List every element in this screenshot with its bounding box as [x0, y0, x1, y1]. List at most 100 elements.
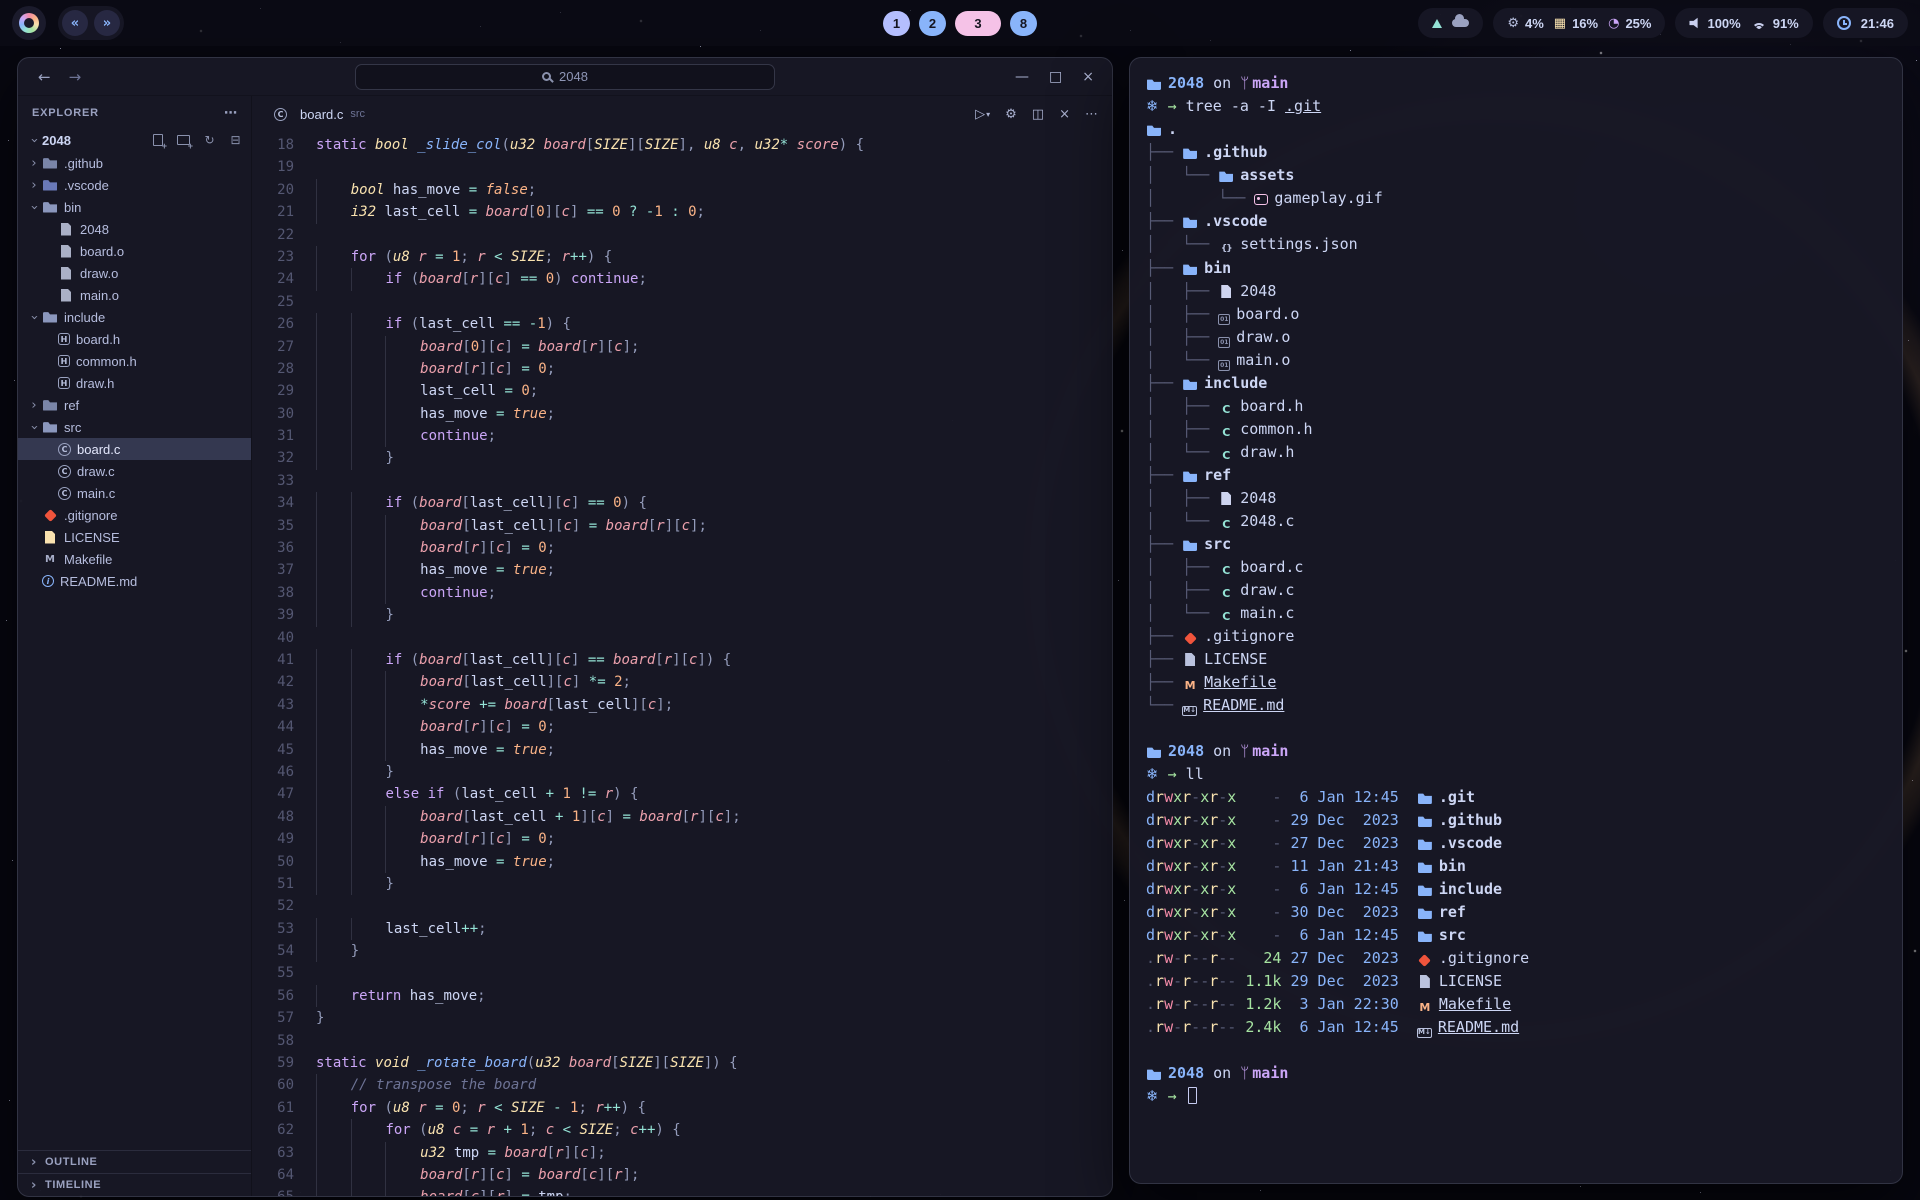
- ls-entry-name[interactable]: README.md: [1438, 1018, 1519, 1036]
- explorer-item-src[interactable]: ›src: [18, 416, 251, 438]
- code-line-58[interactable]: 58: [252, 1030, 1112, 1052]
- code-line-23[interactable]: 23 for (u8 r = 1; r < SIZE; r++) {: [252, 246, 1112, 268]
- ls-entry-name[interactable]: Makefile: [1439, 995, 1511, 1013]
- code-line-39[interactable]: 39 }: [252, 604, 1112, 626]
- chevron-right-icon[interactable]: ›: [26, 398, 42, 413]
- maximize-button[interactable]: □: [1049, 69, 1062, 85]
- explorer-item-.vscode[interactable]: ›.vscode: [18, 174, 251, 196]
- explorer-item-common.h[interactable]: ›Hcommon.h: [18, 350, 251, 372]
- workspace-3[interactable]: 3: [955, 11, 1001, 36]
- weather-widget[interactable]: [1418, 8, 1483, 38]
- explorer-root-folder[interactable]: › 2048 ↻ ⊟: [18, 128, 251, 152]
- explorer-item-ref[interactable]: ›ref: [18, 394, 251, 416]
- code-line-26[interactable]: 26 if (last_cell == -1) {: [252, 313, 1112, 335]
- explorer-item-2048[interactable]: ›2048: [18, 218, 251, 240]
- audio-network-widget[interactable]: 100% 91%: [1675, 8, 1812, 38]
- code-line-49[interactable]: 49 board[r][c] = 0;: [252, 828, 1112, 850]
- tree-entry-name[interactable]: README.md: [1203, 696, 1284, 714]
- chevron-down-icon[interactable]: ›: [27, 309, 42, 325]
- code-line-57[interactable]: 57}: [252, 1007, 1112, 1029]
- terminal-window[interactable]: 2048 on ᛘmain❄ → tree -a -I .git.├── .gi…: [1129, 57, 1903, 1184]
- settings-gear-icon[interactable]: ⚙: [1005, 107, 1017, 122]
- code-line-33[interactable]: 33: [252, 470, 1112, 492]
- code-line-41[interactable]: 41 if (board[last_cell][c] == board[r][c…: [252, 649, 1112, 671]
- outline-section[interactable]: › OUTLINE: [18, 1150, 251, 1173]
- explorer-item-Makefile[interactable]: ›MMakefile: [18, 548, 251, 570]
- code-line-46[interactable]: 46 }: [252, 761, 1112, 783]
- forward-icon[interactable]: →: [69, 68, 82, 86]
- code-line-37[interactable]: 37 has_move = true;: [252, 559, 1112, 581]
- explorer-item-draw.c[interactable]: ›Cdraw.c: [18, 460, 251, 482]
- back-icon[interactable]: ←: [38, 68, 51, 86]
- code-line-24[interactable]: 24 if (board[r][c] == 0) continue;: [252, 268, 1112, 290]
- explorer-more-actions-icon[interactable]: ⋯: [224, 105, 237, 121]
- system-stats-widget[interactable]: ⚙4% ▦16% ◔25%: [1493, 8, 1665, 38]
- new-folder-button[interactable]: [176, 133, 191, 148]
- close-editor-button[interactable]: ×: [1059, 107, 1070, 122]
- code-line-59[interactable]: 59static void _rotate_board(u32 board[SI…: [252, 1052, 1112, 1074]
- code-line-19[interactable]: 19: [252, 156, 1112, 178]
- code-line-47[interactable]: 47 else if (last_cell + 1 != r) {: [252, 783, 1112, 805]
- explorer-item-board.o[interactable]: ›board.o: [18, 240, 251, 262]
- code-line-40[interactable]: 40: [252, 627, 1112, 649]
- refresh-explorer-button[interactable]: ↻: [202, 133, 217, 148]
- code-line-36[interactable]: 36 board[r][c] = 0;: [252, 537, 1112, 559]
- tree-entry-name[interactable]: Makefile: [1204, 673, 1276, 691]
- code-line-60[interactable]: 60 // transpose the board: [252, 1074, 1112, 1096]
- media-next-button[interactable]: »: [94, 10, 120, 36]
- code-line-44[interactable]: 44 board[r][c] = 0;: [252, 716, 1112, 738]
- explorer-item-draw.o[interactable]: ›draw.o: [18, 262, 251, 284]
- code-line-25[interactable]: 25: [252, 291, 1112, 313]
- explorer-item-board.c[interactable]: ›Cboard.c: [18, 438, 251, 460]
- code-line-34[interactable]: 34 if (board[last_cell][c] == 0) {: [252, 492, 1112, 514]
- code-line-54[interactable]: 54 }: [252, 940, 1112, 962]
- explorer-item-.github[interactable]: ›.github: [18, 152, 251, 174]
- explorer-item-bin[interactable]: ›bin: [18, 196, 251, 218]
- explorer-item-board.h[interactable]: ›Hboard.h: [18, 328, 251, 350]
- chevron-right-icon[interactable]: ›: [26, 178, 42, 193]
- explorer-item-LICENSE[interactable]: ›LICENSE: [18, 526, 251, 548]
- code-line-29[interactable]: 29 last_cell = 0;: [252, 380, 1112, 402]
- new-file-button[interactable]: [150, 133, 165, 148]
- minimize-button[interactable]: —: [1015, 69, 1029, 85]
- code-line-28[interactable]: 28 board[r][c] = 0;: [252, 358, 1112, 380]
- code-line-56[interactable]: 56 return has_move;: [252, 985, 1112, 1007]
- code-area[interactable]: 18static bool _slide_col(u32 board[SIZE]…: [252, 132, 1112, 1196]
- workspace-2[interactable]: 2: [919, 11, 946, 36]
- workspace-1[interactable]: 1: [883, 11, 910, 36]
- explorer-item-include[interactable]: ›include: [18, 306, 251, 328]
- code-line-64[interactable]: 64 board[r][c] = board[c][r];: [252, 1164, 1112, 1186]
- explorer-item-.gitignore[interactable]: ›.gitignore: [18, 504, 251, 526]
- code-line-63[interactable]: 63 u32 tmp = board[r][c];: [252, 1142, 1112, 1164]
- code-line-30[interactable]: 30 has_move = true;: [252, 403, 1112, 425]
- media-prev-button[interactable]: «: [62, 10, 88, 36]
- code-line-62[interactable]: 62 for (u8 c = r + 1; c < SIZE; c++) {: [252, 1119, 1112, 1141]
- close-button[interactable]: ×: [1082, 69, 1094, 85]
- chevron-down-icon[interactable]: ›: [27, 199, 42, 215]
- explorer-item-main.o[interactable]: ›main.o: [18, 284, 251, 306]
- explorer-item-draw.h[interactable]: ›Hdraw.h: [18, 372, 251, 394]
- code-line-20[interactable]: 20 bool has_move = false;: [252, 179, 1112, 201]
- timeline-section[interactable]: › TIMELINE: [18, 1173, 251, 1196]
- run-button[interactable]: ▷▾: [975, 107, 990, 122]
- code-line-42[interactable]: 42 board[last_cell][c] *= 2;: [252, 671, 1112, 693]
- tab-board-c[interactable]: C board.c src: [264, 96, 375, 132]
- code-line-27[interactable]: 27 board[0][c] = board[r][c];: [252, 336, 1112, 358]
- code-line-51[interactable]: 51 }: [252, 873, 1112, 895]
- code-line-35[interactable]: 35 board[last_cell][c] = board[r][c];: [252, 515, 1112, 537]
- launcher-button[interactable]: [12, 6, 46, 40]
- chevron-right-icon[interactable]: ›: [26, 156, 42, 171]
- editor-more-actions[interactable]: ⋯: [1085, 107, 1098, 122]
- workspace-8[interactable]: 8: [1010, 11, 1037, 36]
- code-line-48[interactable]: 48 board[last_cell + 1][c] = board[r][c]…: [252, 806, 1112, 828]
- vscode-titlebar[interactable]: ← → 2048 — □ ×: [18, 58, 1112, 96]
- command-arg-link[interactable]: .git: [1285, 97, 1321, 115]
- clock-widget[interactable]: 21:46: [1823, 8, 1908, 38]
- code-line-32[interactable]: 32 }: [252, 447, 1112, 469]
- explorer-item-README.md[interactable]: ›iREADME.md: [18, 570, 251, 592]
- code-line-38[interactable]: 38 continue;: [252, 582, 1112, 604]
- split-editor-button[interactable]: ◫: [1032, 107, 1044, 122]
- code-line-31[interactable]: 31 continue;: [252, 425, 1112, 447]
- chevron-down-icon[interactable]: ›: [27, 419, 42, 435]
- code-line-55[interactable]: 55: [252, 962, 1112, 984]
